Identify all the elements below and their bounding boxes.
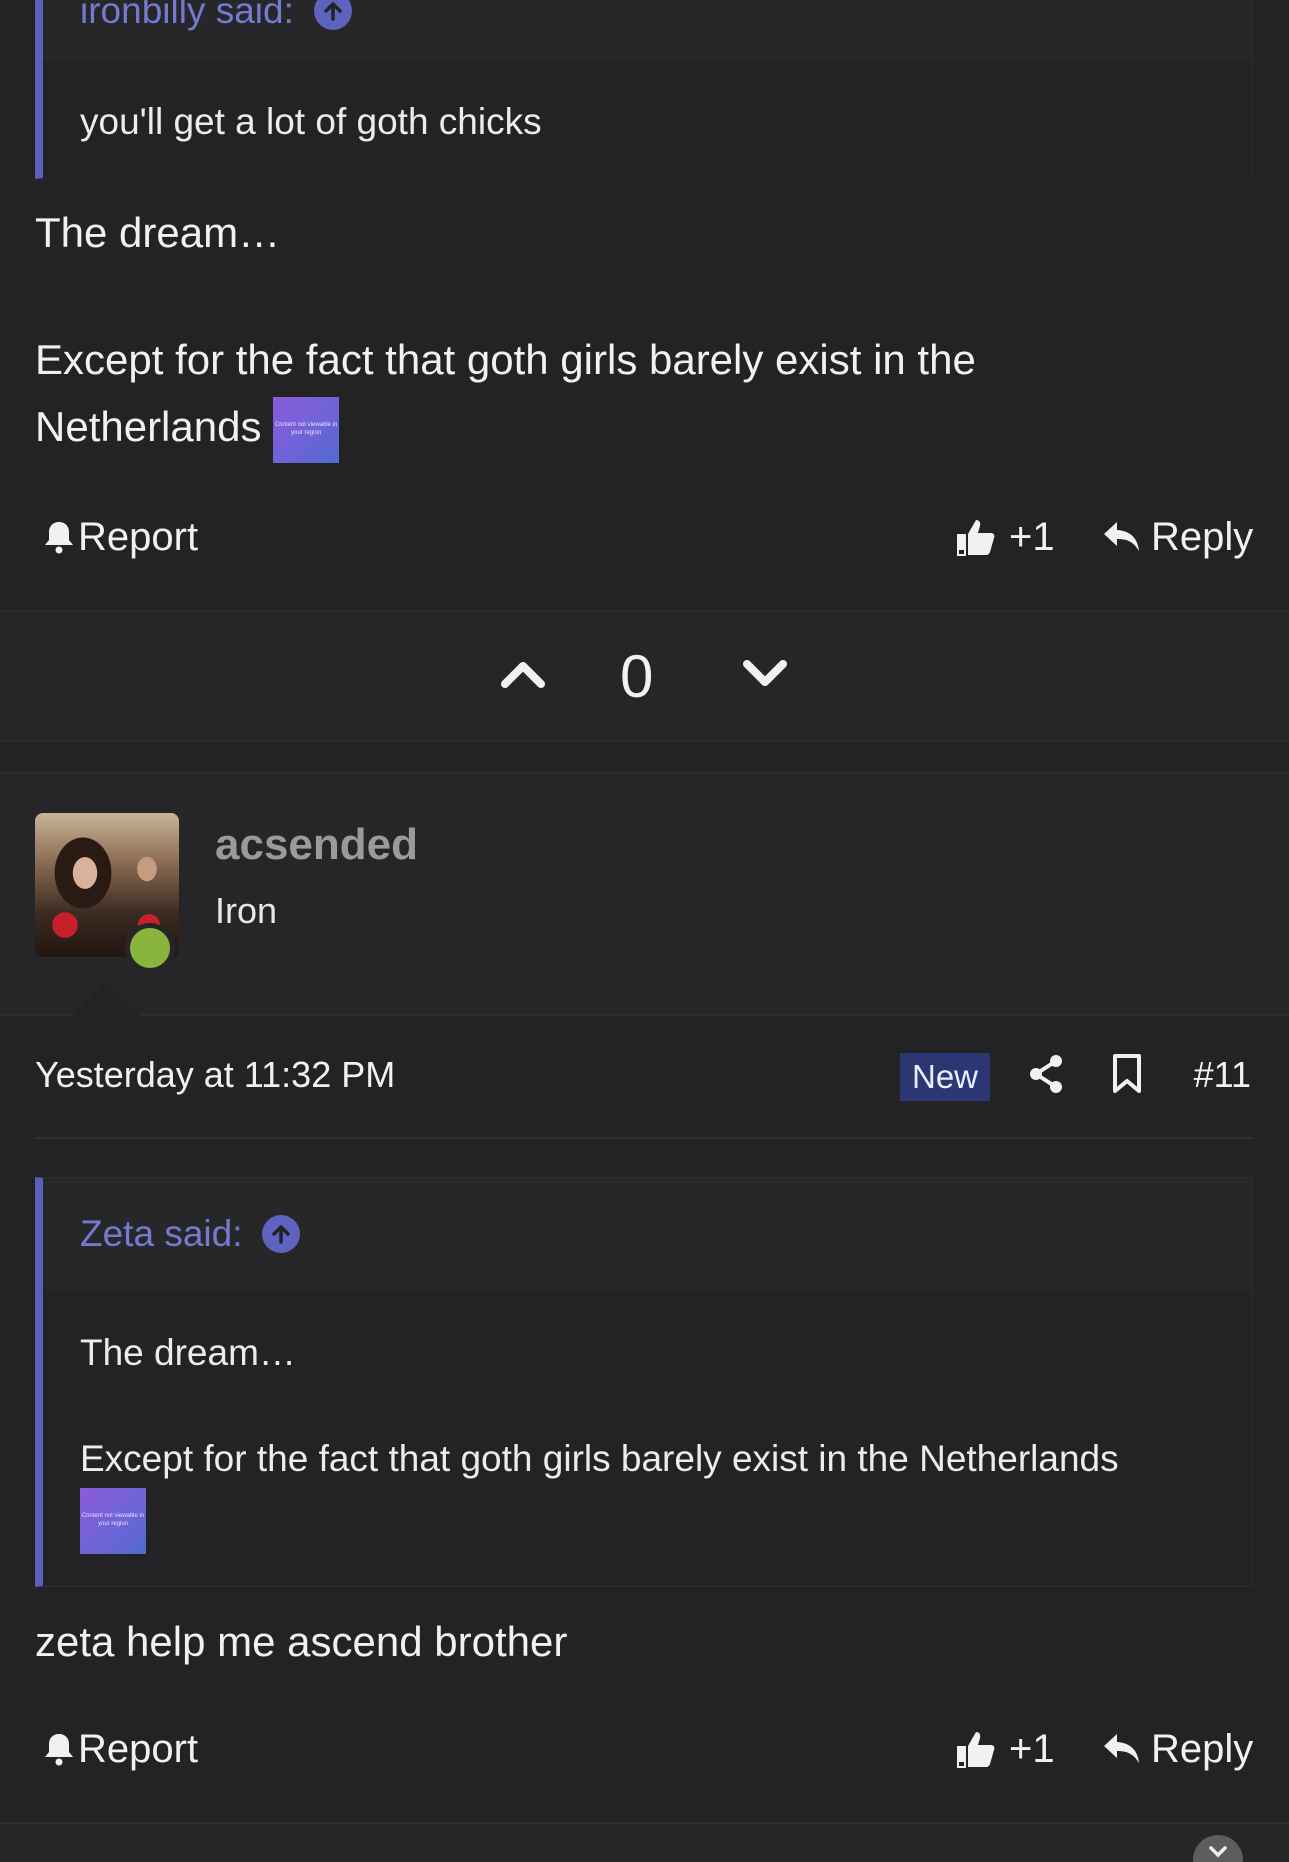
quote-text: Except for the fact that goth girls bare… [80, 1438, 1119, 1479]
report-label: Report [78, 514, 199, 559]
report-button[interactable]: Report [42, 1709, 198, 1789]
reply-label: Reply [1151, 1726, 1254, 1771]
quote-block: ironbilly said: you'll get a lot of goth… [35, 0, 1253, 179]
quote-header[interactable]: ironbilly said: [43, 0, 1252, 61]
reply-button[interactable]: Reply [1103, 1709, 1253, 1789]
new-badge: New [900, 1053, 991, 1101]
jump-to-quote-icon[interactable] [313, 0, 352, 30]
post-actions: Report +1 Reply [0, 497, 1289, 577]
vote-bar: 0 [0, 610, 1289, 742]
bell-icon [45, 1734, 73, 1766]
like-button[interactable]: +1 [955, 1709, 1055, 1789]
report-label: Report [78, 1726, 199, 1771]
restricted-media-label: Content not viewable in your region [81, 1513, 145, 1527]
bell-icon [45, 522, 73, 554]
like-label: +1 [1009, 1726, 1055, 1771]
post-text-line: The dream… [35, 209, 281, 256]
bookmark-icon[interactable] [1112, 1054, 1142, 1094]
quote-text: you'll get a lot of goth chicks [80, 101, 542, 142]
post-meta: Yesterday at 11:32 PM New #11 [0, 1030, 1289, 1120]
like-label: +1 [1009, 514, 1055, 559]
thumbs-up-icon [957, 1732, 995, 1768]
post-user-header: acsended Iron [0, 772, 1289, 1016]
quote-author-label: ironbilly said: [80, 0, 294, 31]
post-text-segment: Except for the fact that goth girls bare… [35, 336, 976, 383]
restricted-media-thumbnail[interactable]: Content not viewable in your region [80, 1488, 146, 1554]
user-title: Iron [215, 890, 278, 931]
quote-content: The dream… Except for the fact that goth… [43, 1290, 1252, 1586]
restricted-media-thumbnail[interactable]: Content not viewable in your region [273, 396, 340, 463]
jump-to-quote-icon[interactable] [262, 1215, 301, 1253]
username[interactable]: acsended [215, 820, 418, 870]
post-text-line: Netherlands Content not viewable in your… [35, 393, 340, 463]
thumbs-up-icon [957, 520, 995, 556]
quote-text: The dream… [80, 1332, 296, 1373]
vote-count: 0 [620, 643, 654, 710]
downvote-icon[interactable] [742, 659, 788, 689]
post-actions: Report +1 Reply [0, 1709, 1289, 1789]
reply-icon [1104, 522, 1139, 551]
quote-author-label: Zeta said: [80, 1213, 243, 1254]
quote-block: Zeta said: The dream… Except for the fac… [35, 1177, 1253, 1587]
post-text-line: Except for the fact that goth girls bare… [35, 326, 976, 394]
share-icon[interactable] [1028, 1054, 1064, 1094]
reply-icon [1104, 1734, 1139, 1763]
upvote-icon[interactable] [500, 659, 546, 689]
online-status-indicator [125, 923, 175, 973]
post-timestamp[interactable]: Yesterday at 11:32 PM [35, 1054, 395, 1096]
divider [35, 1137, 1253, 1139]
thread-page: ironbilly said: you'll get a lot of goth… [0, 0, 1289, 1862]
reply-button[interactable]: Reply [1103, 497, 1253, 577]
next-section [0, 1824, 1289, 1862]
post-number[interactable]: #11 [1194, 1054, 1251, 1096]
reply-label: Reply [1151, 514, 1254, 559]
report-button[interactable]: Report [42, 497, 198, 577]
quote-content: you'll get a lot of goth chicks [43, 61, 1252, 179]
restricted-media-label: Content not viewable in your region [274, 421, 338, 436]
post-text-line: zeta help me ascend brother [35, 1618, 568, 1665]
like-button[interactable]: +1 [955, 497, 1055, 577]
post-text-segment: Netherlands [35, 403, 262, 450]
user-header-pointer [72, 982, 140, 1016]
quote-header[interactable]: Zeta said: [43, 1178, 1252, 1290]
